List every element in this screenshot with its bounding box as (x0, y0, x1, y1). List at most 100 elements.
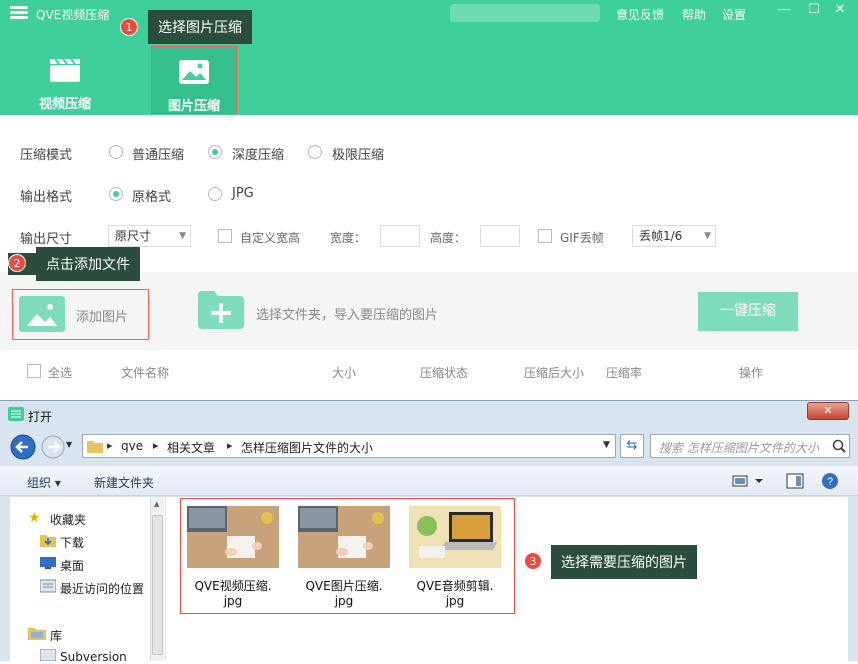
help-icon[interactable]: ? (821, 472, 839, 490)
subversion-icon (40, 649, 56, 661)
search-icon[interactable] (832, 439, 846, 453)
nav-favorites[interactable]: 收藏夹 (50, 511, 86, 528)
minimize-icon[interactable]: — (774, 2, 794, 17)
radio-normal[interactable] (109, 145, 123, 159)
size-value: 原尺寸 (115, 229, 152, 243)
blurred-area (450, 4, 600, 22)
file-ext: jpg (445, 594, 465, 608)
format-jpg-label: JPG (232, 186, 254, 201)
svg-text:?: ? (827, 476, 833, 488)
tab-image-compress[interactable]: 图片压缩 (151, 46, 237, 114)
gif-drop-select[interactable]: 丢帧1/6 ▼ (632, 225, 716, 247)
address-bar[interactable]: ▸ qve ▸ 相关文章 ▸ 怎样压缩图片文件的大小 ▼ (82, 434, 616, 458)
organize-button[interactable]: 组织 ▾ (27, 474, 61, 491)
file-item[interactable]: QVE视频压缩. jpg (187, 506, 285, 608)
dialog-app-icon (8, 407, 24, 421)
radio-jpg[interactable] (208, 187, 222, 201)
image-thumbnail (409, 506, 501, 568)
back-icon[interactable] (10, 434, 38, 460)
file-item[interactable]: QVE音频剪辑. jpg (409, 506, 507, 608)
mode-label: 压缩模式 (20, 148, 73, 163)
nav-recent[interactable]: 最近访问的位置 (60, 580, 144, 597)
radio-original[interactable] (109, 187, 123, 201)
app-logo-icon (10, 6, 28, 22)
file-name: QVE音频剪辑. (416, 579, 494, 593)
new-folder-button[interactable]: 新建文件夹 (94, 474, 154, 491)
compress-all-button[interactable]: 一键压缩 (698, 292, 798, 331)
callout-2: 点击添加文件 (36, 247, 140, 281)
add-folder-icon[interactable] (198, 291, 244, 329)
mode-deep-label: 深度压缩 (232, 148, 285, 163)
tab-label: 图片压缩 (167, 99, 220, 114)
custom-wh-label: 自定义宽高 (240, 231, 301, 245)
gif-drop-checkbox[interactable] (538, 229, 552, 243)
nav-library[interactable]: 库 (50, 627, 62, 644)
mode-extreme-label: 极限压缩 (332, 148, 385, 163)
nav-subversion[interactable]: Subversion (60, 650, 127, 664)
file-ext: jpg (223, 594, 243, 608)
history-chevron-icon[interactable]: ▼ (66, 440, 72, 449)
radio-extreme[interactable] (308, 145, 322, 159)
nav-desktop[interactable]: 桌面 (60, 557, 84, 574)
width-input[interactable] (380, 225, 420, 247)
size-label: 输出尺寸 (20, 232, 73, 247)
nav-downloads[interactable]: 下载 (60, 534, 84, 551)
callout-3: 选择需要压缩的图片 (551, 545, 697, 579)
add-image-button[interactable]: 添加图片 (12, 289, 149, 340)
radio-deep[interactable] (208, 145, 222, 159)
col-ratio: 压缩率 (606, 366, 643, 380)
height-label: 高度： (430, 231, 467, 245)
crumb-current[interactable]: 怎样压缩图片文件的大小 (241, 439, 373, 456)
maximize-icon[interactable]: ☐ (804, 2, 824, 17)
dialog-title: 打开 (28, 410, 53, 424)
menu-help[interactable]: 帮助 (682, 6, 706, 23)
search-input[interactable]: 搜索 怎样压缩图片文件的大小 (650, 434, 850, 458)
gif-drop-value: 丢帧1/6 (639, 229, 683, 243)
address-dropdown-icon[interactable]: ▼ (603, 440, 610, 450)
col-size: 大小 (332, 366, 357, 380)
close-icon[interactable]: ✕ (830, 2, 850, 17)
image-icon (179, 60, 209, 84)
desktop-icon (40, 557, 56, 569)
menu-settings[interactable]: 设置 (722, 6, 746, 23)
tab-label: 视频压缩 (38, 97, 91, 112)
add-image-icon (19, 296, 65, 332)
file-name: QVE视频压缩. (194, 579, 272, 593)
chevron-down-icon: ▼ (704, 231, 711, 241)
callout-1: 选择图片压缩 (148, 10, 252, 44)
col-action: 操作 (739, 366, 764, 380)
image-thumbnail (187, 506, 279, 568)
library-icon (28, 628, 46, 640)
nav-scrollbar[interactable]: ▲ (150, 497, 164, 661)
favorites-star-icon: ★ (28, 510, 41, 526)
col-compressed-size: 压缩后大小 (524, 366, 585, 380)
size-select[interactable]: 原尺寸 ▼ (108, 225, 191, 247)
col-status: 压缩状态 (420, 366, 469, 380)
col-select-all[interactable]: 全选 (48, 364, 72, 381)
custom-wh-checkbox[interactable] (218, 229, 232, 243)
downloads-icon (40, 535, 56, 547)
crumb-qve[interactable]: qve (121, 439, 143, 453)
folder-hint[interactable]: 选择文件夹，导入要压缩的图片 (256, 304, 438, 323)
col-filename: 文件名称 (121, 366, 170, 380)
gif-drop-label: GIF丢帧 (560, 231, 604, 245)
menu-feedback[interactable]: 意见反馈 (616, 6, 664, 23)
refresh-icon[interactable]: ⇆ (620, 434, 644, 458)
add-image-label: 添加图片 (76, 310, 129, 325)
tab-video-compress[interactable]: 视频压缩 (22, 45, 108, 113)
select-all-checkbox[interactable] (27, 364, 41, 378)
dialog-close-button[interactable]: ✕ (807, 402, 849, 420)
recent-places-icon (40, 579, 56, 593)
format-label: 输出格式 (20, 190, 73, 205)
preview-pane-icon[interactable] (786, 473, 804, 489)
file-item[interactable]: QVE图片压缩. jpg (298, 506, 396, 608)
height-input[interactable] (480, 225, 520, 247)
crumb-articles[interactable]: 相关文章 (167, 439, 215, 456)
folder-icon (87, 441, 103, 453)
file-ext: jpg (334, 594, 354, 608)
forward-icon[interactable] (40, 434, 66, 460)
format-original-label: 原格式 (132, 190, 172, 205)
step-badge-3: 3 (524, 552, 542, 570)
view-options-icon[interactable] (732, 474, 764, 488)
chevron-down-icon: ▼ (179, 231, 186, 241)
